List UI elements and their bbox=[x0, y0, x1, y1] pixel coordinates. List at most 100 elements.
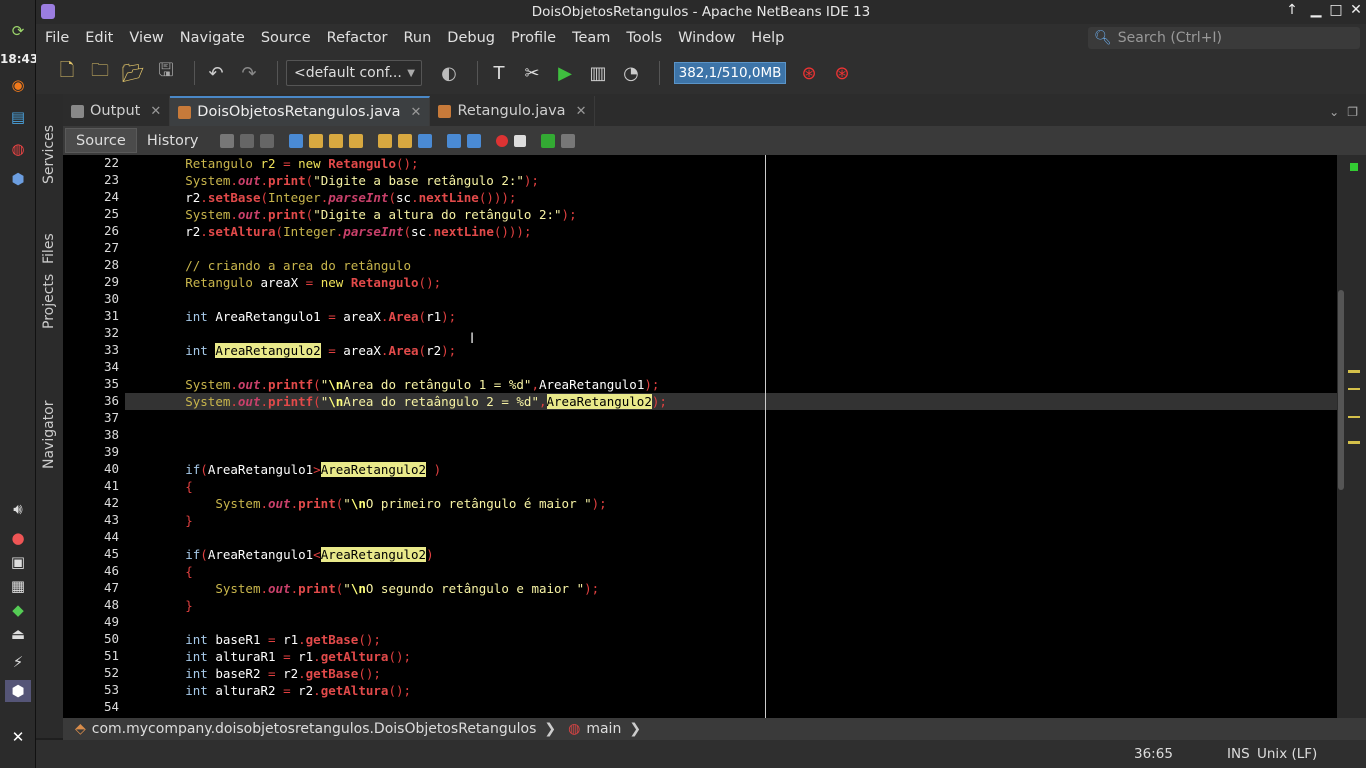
menu-help[interactable]: Help bbox=[743, 30, 792, 46]
tab-retangulo[interactable]: Retangulo.java ✕ bbox=[430, 96, 596, 126]
menu-run[interactable]: Run bbox=[395, 30, 439, 46]
find-icon[interactable] bbox=[289, 133, 304, 148]
chevron-right-icon: ❯ bbox=[629, 721, 642, 737]
navigator-tab[interactable]: Navigator bbox=[41, 400, 57, 469]
code-editor[interactable]: Retangulo r2 = new Retangulo(); System.o… bbox=[125, 155, 1337, 718]
java-file-icon bbox=[178, 105, 192, 119]
volume-icon[interactable]: 🔊︎ bbox=[5, 498, 31, 520]
occurrence-mark bbox=[1348, 388, 1360, 390]
last-edit-icon[interactable] bbox=[220, 133, 235, 148]
new-project-icon[interactable]: 🗀 bbox=[87, 60, 113, 86]
tab-list-chevron-icon[interactable]: ⌄ bbox=[1329, 105, 1339, 119]
toggle-bookmark-icon[interactable] bbox=[418, 133, 433, 148]
new-file-icon[interactable]: 🗋 bbox=[54, 60, 80, 86]
line-number: 24 bbox=[103, 189, 119, 204]
restore-icon[interactable]: □ bbox=[1326, 2, 1346, 18]
build-hammer-icon[interactable]: T bbox=[486, 60, 512, 86]
clipboard-icon[interactable]: ▦ bbox=[5, 575, 31, 597]
toggle-highlight-icon[interactable] bbox=[349, 133, 364, 148]
error-stripe[interactable] bbox=[1337, 155, 1366, 718]
menu-edit[interactable]: Edit bbox=[77, 30, 121, 46]
screen-icon[interactable]: ▣ bbox=[5, 551, 31, 573]
history-tab[interactable]: History bbox=[137, 128, 209, 153]
power-icon[interactable]: ⚡ bbox=[5, 651, 31, 673]
line-number: 22 bbox=[103, 155, 119, 170]
line-number: 49 bbox=[103, 614, 119, 629]
breadcrumb-class[interactable]: com.mycompany.doisobjetosretangulos.Dois… bbox=[92, 721, 537, 737]
undo-icon[interactable]: ↶ bbox=[203, 60, 229, 86]
forward-icon[interactable] bbox=[260, 133, 275, 148]
files-tab[interactable]: Files bbox=[41, 233, 57, 264]
uncomment-icon[interactable] bbox=[561, 133, 576, 148]
restore-window-icon[interactable]: ❐ bbox=[1347, 105, 1358, 119]
shift-left-icon[interactable] bbox=[447, 133, 462, 148]
back-icon[interactable] bbox=[240, 133, 255, 148]
gc-icon[interactable]: ⊛ bbox=[796, 60, 822, 86]
tab-dois-objetos[interactable]: DoisObjetosRetangulos.java ✕ bbox=[170, 96, 431, 126]
line-number-gutter: 22 23 24 25 26 27 28 29 30 31 32 33 34 35 36 37 38 39 40 41… bbox=[63, 155, 125, 718]
services-tab[interactable]: Services bbox=[41, 125, 57, 184]
close-icon[interactable]: ✕ bbox=[150, 104, 161, 119]
comment-icon[interactable] bbox=[541, 133, 556, 148]
run-icon[interactable]: ▶ bbox=[552, 60, 578, 86]
eject-icon[interactable]: ⏏ bbox=[5, 623, 31, 645]
globe-icon[interactable]: ◐ bbox=[436, 60, 462, 86]
menu-team[interactable]: Team bbox=[564, 30, 618, 46]
maximize-up-icon[interactable]: ↑ bbox=[1282, 2, 1302, 18]
code-line-22: Retangulo r2 = new Retangulo(); bbox=[185, 156, 419, 171]
title-bar: DoisObjetosRetangulos - Apache NetBeans … bbox=[36, 0, 1366, 24]
x-logo-icon[interactable]: ✕ bbox=[5, 726, 31, 748]
line-number: 45 bbox=[103, 546, 119, 561]
shift-right-icon[interactable] bbox=[467, 133, 482, 148]
menu-navigate[interactable]: Navigate bbox=[172, 30, 253, 46]
find-previous-icon[interactable] bbox=[309, 133, 324, 148]
line-number: 26 bbox=[103, 223, 119, 238]
record-icon[interactable]: ● bbox=[5, 527, 31, 549]
source-tab[interactable]: Source bbox=[65, 128, 137, 153]
editor-icon[interactable]: ▤ bbox=[5, 106, 31, 128]
updater-icon[interactable]: ⟳ bbox=[5, 20, 31, 42]
menu-source[interactable]: Source bbox=[253, 30, 319, 46]
projects-tab[interactable]: Projects bbox=[41, 274, 57, 329]
menu-profile[interactable]: Profile bbox=[503, 30, 564, 46]
chrome-icon[interactable]: ◍ bbox=[5, 138, 31, 160]
open-project-icon[interactable]: 📂︎ bbox=[120, 60, 146, 86]
profile-icon[interactable]: ◔ bbox=[618, 60, 644, 86]
menu-refactor[interactable]: Refactor bbox=[319, 30, 396, 46]
stop-macro-icon[interactable] bbox=[514, 134, 527, 147]
line-number: 52 bbox=[103, 665, 119, 680]
breadcrumb-method[interactable]: main bbox=[586, 721, 621, 737]
menu-view[interactable]: View bbox=[121, 30, 171, 46]
firefox-icon[interactable]: ◉ bbox=[5, 74, 31, 96]
package-icon[interactable]: ◆ bbox=[5, 599, 31, 621]
search-box[interactable]: 🔍︎ Search (Ctrl+I) bbox=[1088, 27, 1360, 49]
minimize-icon[interactable]: ▁ bbox=[1306, 2, 1326, 18]
save-all-icon[interactable]: 🖫 bbox=[153, 60, 179, 86]
close-icon[interactable]: ✕ bbox=[411, 105, 422, 120]
find-next-icon[interactable] bbox=[329, 133, 344, 148]
debug-icon[interactable]: ▥ bbox=[585, 60, 611, 86]
code-line-52: int baseR2 = r2.getBase(); bbox=[185, 666, 381, 681]
netbeans-dock-icon[interactable]: ⬢ bbox=[5, 168, 31, 190]
tab-output[interactable]: Output ✕ bbox=[63, 96, 171, 126]
line-number: 42 bbox=[103, 495, 119, 510]
scrollbar-thumb[interactable] bbox=[1338, 290, 1344, 490]
memory-indicator[interactable]: 382,1/510,0MB bbox=[674, 62, 786, 84]
next-bookmark-icon[interactable] bbox=[398, 133, 413, 148]
close-window-icon[interactable]: ✕ bbox=[1346, 2, 1366, 18]
prev-bookmark-icon[interactable] bbox=[378, 133, 393, 148]
menu-file[interactable]: File bbox=[36, 30, 77, 46]
clean-build-icon[interactable]: ✂ bbox=[519, 60, 545, 86]
search-placeholder: Search (Ctrl+I) bbox=[1117, 30, 1223, 46]
close-icon[interactable]: ✕ bbox=[576, 104, 587, 119]
active-window-icon[interactable]: ⬢ bbox=[5, 680, 31, 702]
menu-debug[interactable]: Debug bbox=[439, 30, 503, 46]
configuration-select[interactable]: <default conf... ▼ bbox=[286, 60, 422, 86]
menu-tools[interactable]: Tools bbox=[618, 30, 670, 46]
start-macro-icon[interactable] bbox=[496, 134, 509, 147]
profiler-snapshot-icon[interactable]: ⊛ bbox=[829, 60, 855, 86]
status-bar: 36:65 INS Unix (LF) bbox=[36, 740, 1366, 768]
line-ending[interactable]: Unix (LF) bbox=[1257, 746, 1317, 762]
menu-window[interactable]: Window bbox=[670, 30, 743, 46]
redo-icon[interactable]: ↷ bbox=[236, 60, 262, 86]
